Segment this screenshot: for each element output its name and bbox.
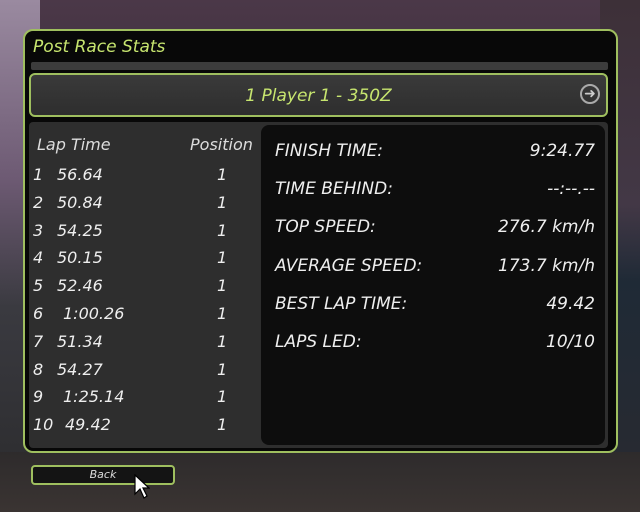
- lap-time: 50.15: [57, 248, 103, 267]
- stat-laps-led: LAPS LED: 10/10: [275, 332, 595, 362]
- stat-time-behind: TIME BEHIND: --:--.--: [275, 179, 595, 209]
- lap-position: 1: [217, 276, 228, 295]
- arrow-right-circle-icon[interactable]: ➜: [580, 84, 600, 104]
- stat-label: AVERAGE SPEED:: [275, 256, 423, 276]
- lap-time: 1:00.26: [63, 304, 125, 323]
- lap-number: 4: [33, 248, 44, 267]
- stat-value: 10/10: [546, 332, 595, 352]
- stat-label: TOP SPEED:: [275, 217, 376, 237]
- lap-number: 10: [33, 415, 54, 434]
- stat-value: 49.42: [546, 294, 595, 314]
- lap-row: 5 52.46 1: [33, 276, 253, 303]
- lap-number: 3: [33, 221, 44, 240]
- lap-row: 8 54.27 1: [33, 360, 253, 387]
- lap-number: 6: [33, 304, 44, 323]
- lap-number: 2: [33, 193, 44, 212]
- lap-time: 50.84: [57, 193, 103, 212]
- mouse-cursor-icon: [134, 474, 150, 499]
- lap-time: 1:25.14: [63, 387, 125, 406]
- title-divider: [31, 62, 608, 70]
- stat-value: 9:24.77: [529, 141, 595, 161]
- stat-finish-time: FINISH TIME: 9:24.77: [275, 141, 595, 171]
- lap-number: 7: [33, 332, 44, 351]
- lap-time: 52.46: [57, 276, 103, 295]
- player-selector[interactable]: 1 Player 1 - 350Z ➜: [29, 73, 608, 117]
- lap-row: 4 50.15 1: [33, 248, 253, 275]
- lap-row: 6 1:00.26 1: [33, 304, 253, 331]
- back-button[interactable]: Back: [31, 465, 175, 485]
- lap-position: 1: [217, 332, 228, 351]
- lap-time-header: Lap Time: [37, 135, 111, 154]
- panel-title: Post Race Stats: [33, 37, 166, 57]
- lap-row: 2 50.84 1: [33, 193, 253, 220]
- lap-row: 7 51.34 1: [33, 332, 253, 359]
- player-label: 1 Player 1 - 350Z: [245, 86, 392, 106]
- race-stats-section: FINISH TIME: 9:24.77 TIME BEHIND: --:--.…: [261, 125, 605, 445]
- lap-time: 54.27: [57, 360, 103, 379]
- lap-row: 10 49.42 1: [33, 415, 253, 442]
- lap-time: 49.42: [65, 415, 111, 434]
- lap-number: 1: [33, 165, 44, 184]
- post-race-stats-panel: Post Race Stats 1 Player 1 - 350Z ➜ Lap …: [23, 29, 618, 453]
- lap-position: 1: [217, 415, 228, 434]
- stat-label: FINISH TIME:: [275, 141, 384, 161]
- lap-row: 9 1:25.14 1: [33, 387, 253, 414]
- stat-value: 173.7 km/h: [498, 256, 595, 276]
- lap-number: 8: [33, 360, 44, 379]
- lap-time: 54.25: [57, 221, 103, 240]
- lap-time: 51.34: [57, 332, 103, 351]
- stat-label: BEST LAP TIME:: [275, 294, 408, 314]
- stat-top-speed: TOP SPEED: 276.7 km/h: [275, 217, 595, 247]
- lap-row: 1 56.64 1: [33, 165, 253, 192]
- stat-average-speed: AVERAGE SPEED: 173.7 km/h: [275, 256, 595, 286]
- lap-number: 5: [33, 276, 44, 295]
- lap-time: 56.64: [57, 165, 103, 184]
- stat-value: 276.7 km/h: [498, 217, 595, 237]
- lap-position: 1: [217, 387, 228, 406]
- stat-label: TIME BEHIND:: [275, 179, 393, 199]
- lap-row: 3 54.25 1: [33, 221, 253, 248]
- stat-best-lap-time: BEST LAP TIME: 49.42: [275, 294, 595, 324]
- position-header: Position: [190, 135, 253, 154]
- lap-position: 1: [217, 221, 228, 240]
- lap-position: 1: [217, 193, 228, 212]
- lap-position: 1: [217, 248, 228, 267]
- lap-position: 1: [217, 165, 228, 184]
- lap-position: 1: [217, 360, 228, 379]
- lap-position: 1: [217, 304, 228, 323]
- stat-label: LAPS LED:: [275, 332, 362, 352]
- lap-number: 9: [33, 387, 44, 406]
- stat-value: --:--.--: [547, 179, 595, 199]
